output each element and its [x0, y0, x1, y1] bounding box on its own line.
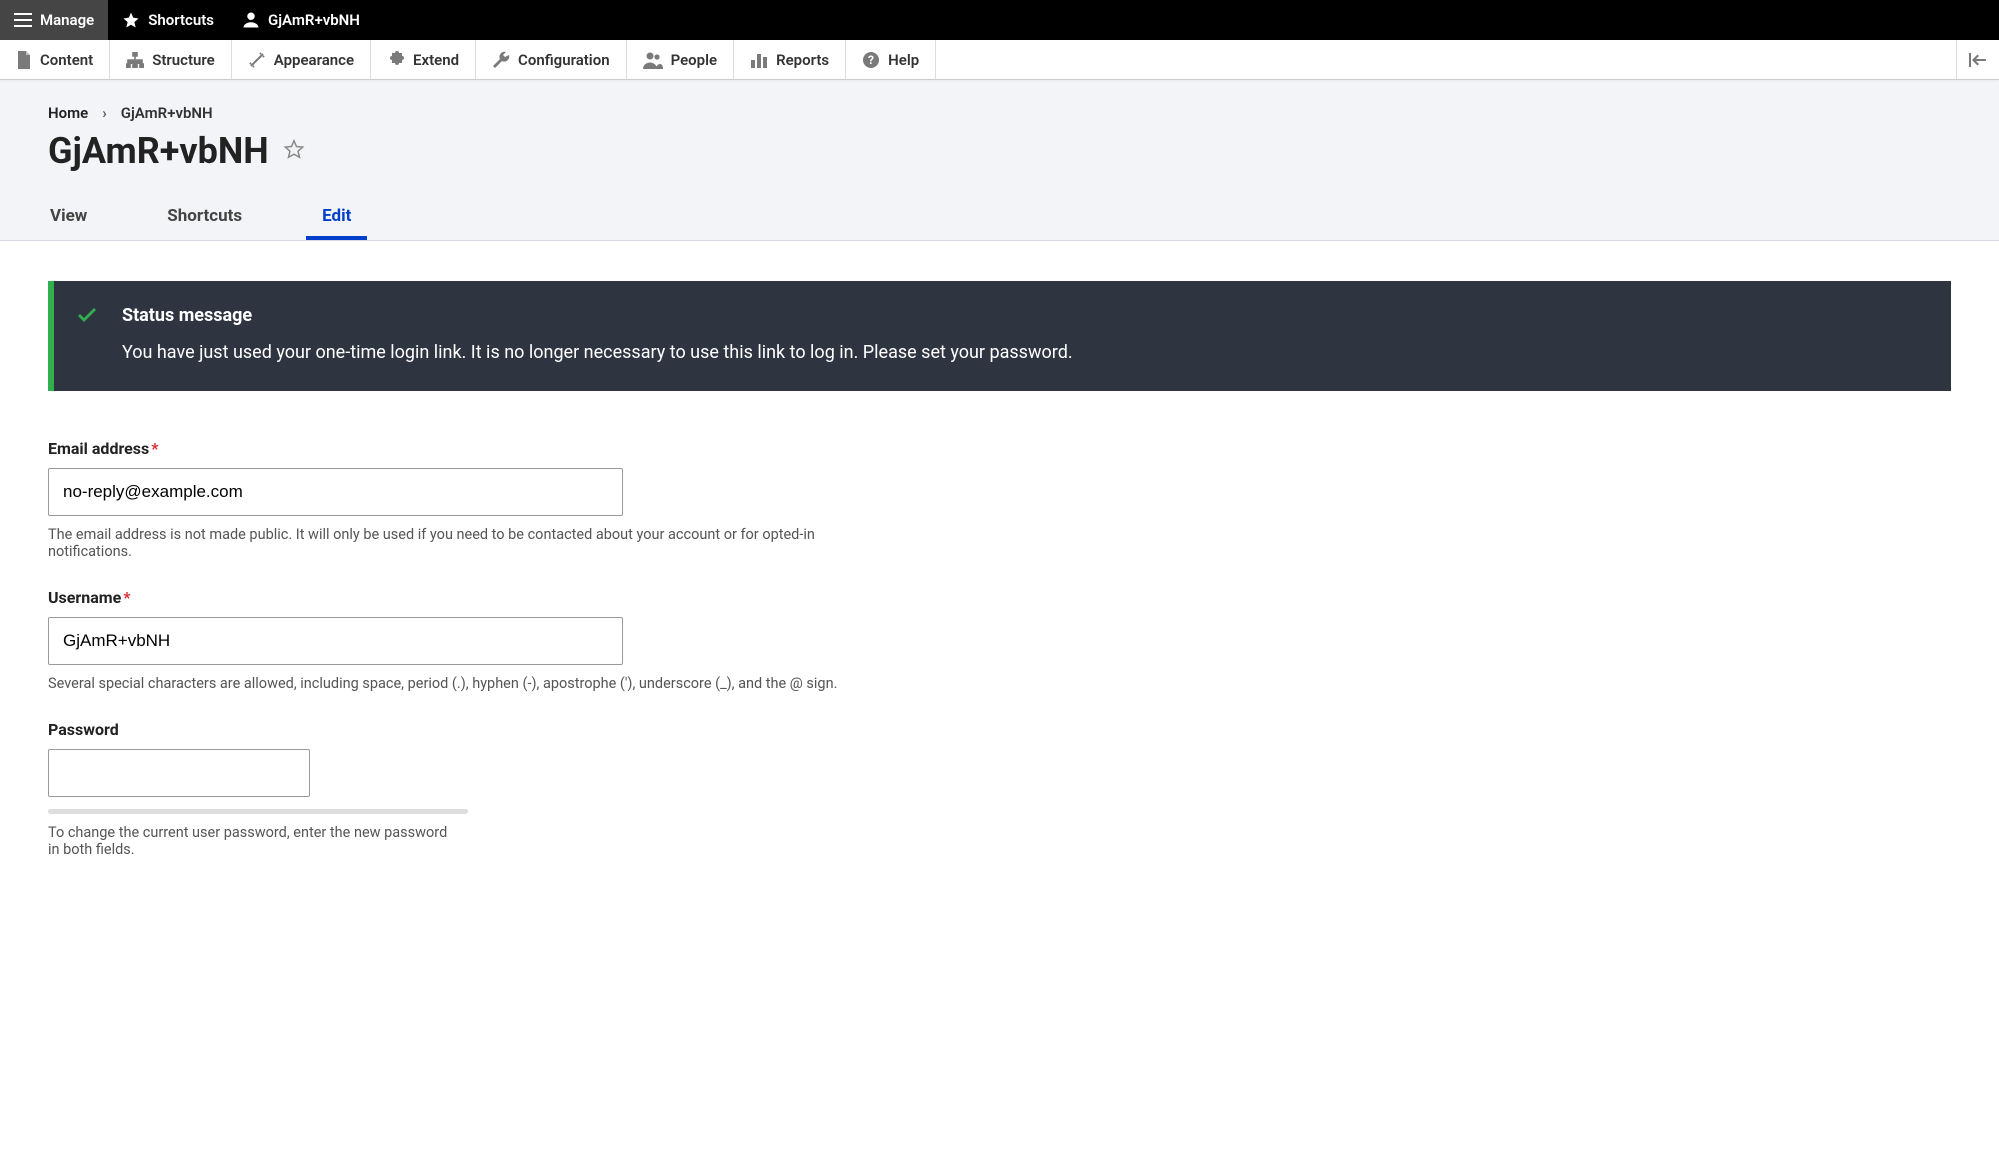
page-tabs: View Shortcuts Edit: [0, 196, 1999, 240]
email-description: The email address is not made public. It…: [48, 526, 878, 560]
status-message: Status message You have just used your o…: [48, 281, 1951, 391]
password-description: To change the current user password, ent…: [48, 824, 448, 858]
hamburger-icon: [14, 13, 32, 27]
star-outline-icon[interactable]: [283, 138, 305, 164]
menu-people[interactable]: People: [627, 40, 735, 79]
menu-appearance-label: Appearance: [274, 51, 354, 69]
username-label: Username*: [48, 588, 908, 607]
toolbar-manage[interactable]: Manage: [0, 0, 108, 40]
menu-collapse[interactable]: [1956, 40, 1999, 79]
status-body: You have just used your one-time login l…: [122, 342, 1923, 363]
menu-reports[interactable]: Reports: [734, 40, 846, 79]
tab-view[interactable]: View: [34, 196, 103, 240]
required-marker: *: [151, 439, 158, 458]
page-title: GjAmR+vbNH: [48, 130, 269, 172]
main-content: Status message You have just used your o…: [0, 241, 1999, 926]
menu-structure-label: Structure: [152, 51, 215, 69]
menu-configuration-label: Configuration: [518, 51, 610, 69]
breadcrumb-home[interactable]: Home: [48, 104, 88, 122]
menu-content[interactable]: Content: [0, 40, 110, 79]
star-icon: [122, 11, 140, 29]
file-icon: [16, 51, 32, 69]
form-group-email: Email address* The email address is not …: [48, 439, 908, 560]
form-group-username: Username* Several special characters are…: [48, 588, 908, 692]
menu-extend[interactable]: Extend: [371, 40, 476, 79]
menu-structure[interactable]: Structure: [110, 40, 232, 79]
breadcrumb: Home › GjAmR+vbNH: [48, 104, 1951, 122]
tab-shortcuts[interactable]: Shortcuts: [151, 196, 258, 240]
people-icon: [643, 51, 663, 69]
check-icon: [78, 307, 96, 326]
page-header-region: Home › GjAmR+vbNH GjAmR+vbNH View Shortc…: [0, 80, 1999, 241]
svg-text:?: ?: [868, 53, 874, 67]
breadcrumb-separator: ›: [102, 104, 107, 122]
email-label: Email address*: [48, 439, 908, 458]
form-group-password: Password To change the current user pass…: [48, 720, 908, 858]
help-icon: ?: [862, 51, 880, 69]
admin-menu-spacer: [936, 40, 1956, 79]
wand-icon: [248, 51, 266, 69]
username-field[interactable]: [48, 617, 623, 665]
menu-people-label: People: [671, 51, 718, 69]
breadcrumb-current: GjAmR+vbNH: [121, 104, 213, 122]
menu-help-label: Help: [888, 51, 919, 69]
menu-help[interactable]: ? Help: [846, 40, 936, 79]
toolbar-shortcuts[interactable]: Shortcuts: [108, 0, 228, 40]
toolbar-shortcuts-label: Shortcuts: [148, 11, 214, 29]
status-title: Status message: [122, 305, 1923, 326]
tab-edit[interactable]: Edit: [306, 196, 367, 240]
puzzle-icon: [387, 51, 405, 69]
chart-icon: [750, 52, 768, 68]
admin-menu: Content Structure Appearance Extend Conf…: [0, 40, 1999, 80]
username-description: Several special characters are allowed, …: [48, 675, 878, 692]
username-label-text: Username: [48, 588, 121, 607]
collapse-left-icon: [1969, 53, 1987, 67]
toolbar-user[interactable]: GjAmR+vbNH: [228, 0, 374, 40]
toolbar-user-label: GjAmR+vbNH: [268, 11, 360, 29]
structure-icon: [126, 52, 144, 68]
required-marker: *: [123, 588, 130, 607]
password-label: Password: [48, 720, 908, 739]
user-icon: [242, 11, 260, 29]
password-strength-bar: [48, 809, 468, 814]
email-field[interactable]: [48, 468, 623, 516]
menu-appearance[interactable]: Appearance: [232, 40, 371, 79]
menu-content-label: Content: [40, 51, 93, 69]
menu-configuration[interactable]: Configuration: [476, 40, 627, 79]
email-label-text: Email address: [48, 439, 149, 458]
toolbar-top: Manage Shortcuts GjAmR+vbNH: [0, 0, 1999, 40]
menu-reports-label: Reports: [776, 51, 829, 69]
menu-extend-label: Extend: [413, 51, 459, 69]
wrench-icon: [492, 51, 510, 69]
toolbar-manage-label: Manage: [40, 11, 94, 29]
password-field[interactable]: [48, 749, 310, 797]
